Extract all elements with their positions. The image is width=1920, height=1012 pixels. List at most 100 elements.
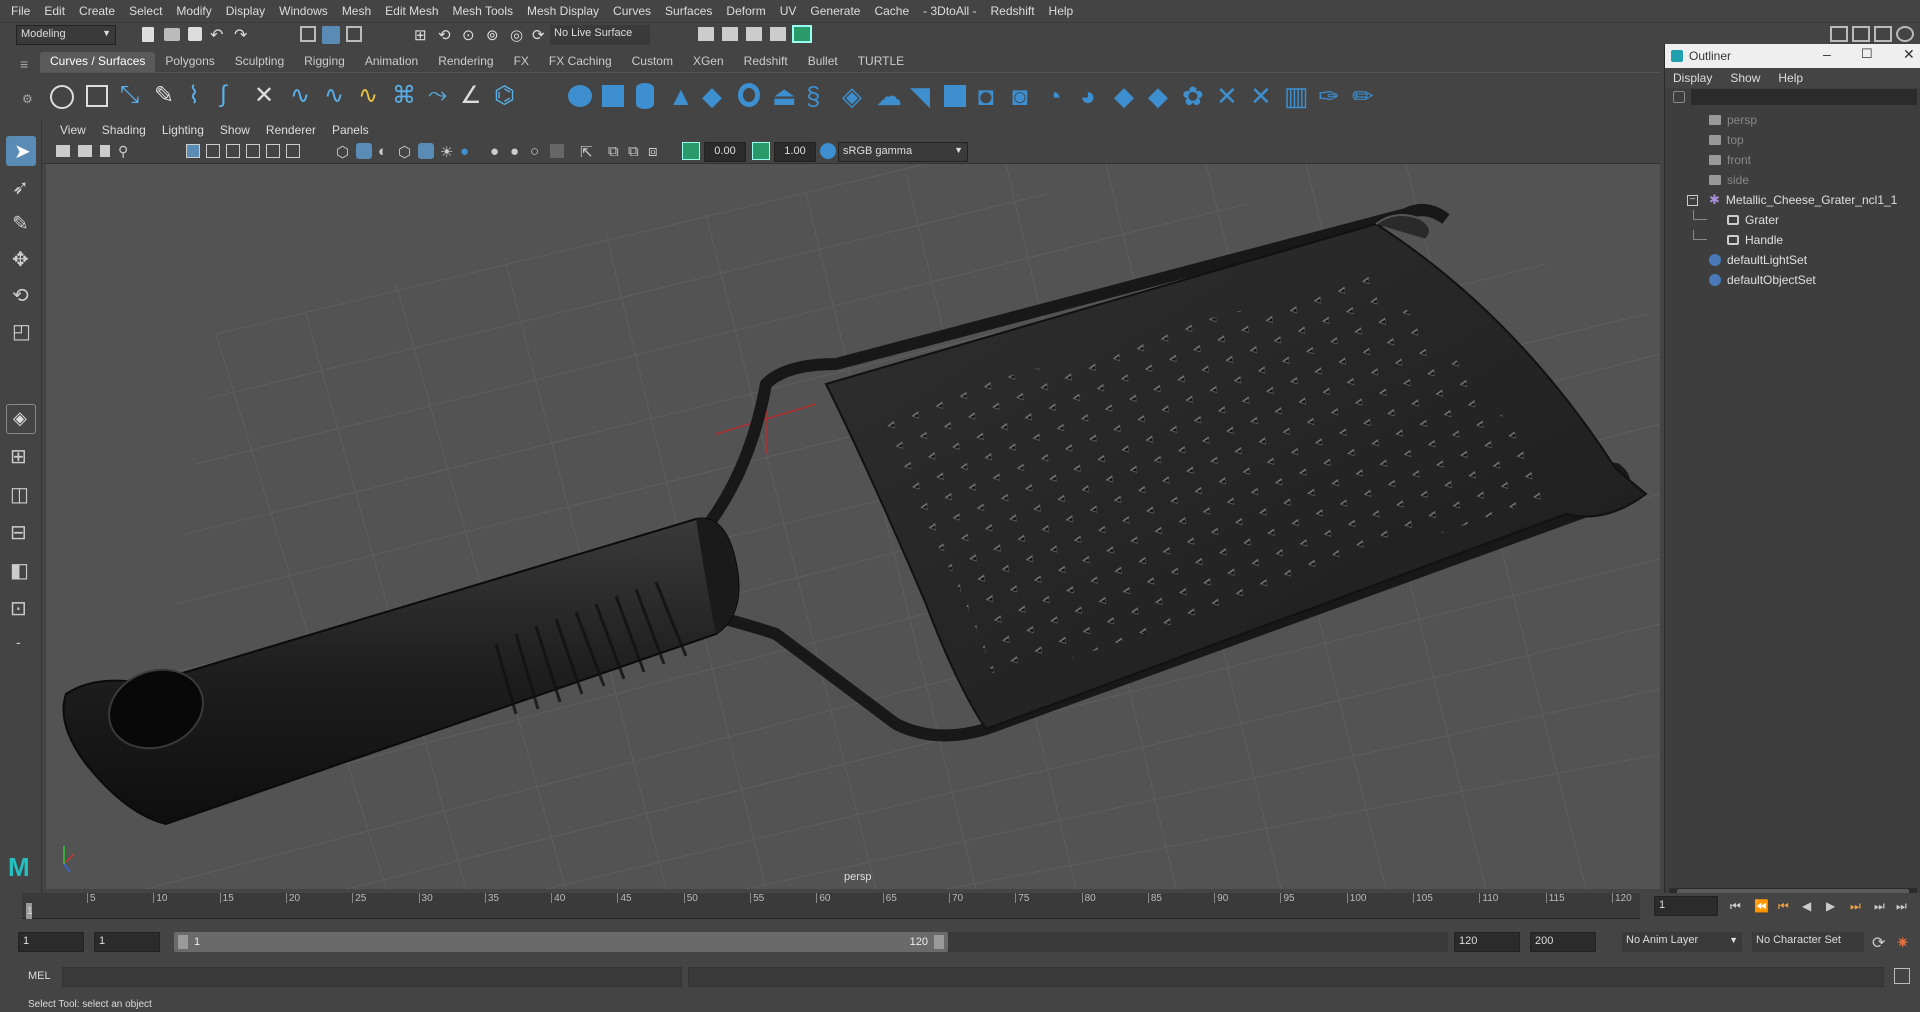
select-hierarchy-icon[interactable] — [300, 26, 316, 42]
current-frame-field[interactable]: 1 — [1654, 896, 1718, 916]
xray-joints-icon[interactable]: ⧉ — [608, 143, 619, 160]
shelf-menu-icon[interactable]: ≡ — [20, 56, 28, 72]
open-close-icon[interactable]: ✕ — [1250, 81, 1272, 112]
go-to-start-icon[interactable]: ⏮ — [1730, 899, 1741, 914]
shelf-tab-polygons[interactable]: Polygons — [155, 52, 224, 72]
menu-file[interactable]: File — [4, 4, 37, 18]
step-back-frame-icon[interactable]: ⏮ — [1778, 899, 1789, 914]
revolve-icon[interactable]: ⏏ — [772, 81, 797, 112]
exposure-icon[interactable] — [682, 142, 700, 160]
range-end-handle[interactable] — [934, 935, 944, 949]
field-chart-icon[interactable] — [266, 144, 280, 158]
default-material-icon[interactable]: ◐ — [378, 143, 387, 160]
anim-end-field[interactable]: 200 — [1530, 932, 1596, 952]
shelf-tab-xgen[interactable]: XGen — [683, 52, 734, 72]
loft-icon[interactable]: § — [806, 81, 820, 112]
shelf-tab-curves-surfaces[interactable]: Curves / Surfaces — [40, 52, 156, 72]
live-surface-field[interactable]: No Live Surface — [550, 25, 650, 45]
shelf-tab-rigging[interactable]: Rigging — [294, 52, 355, 72]
detach-surfaces-icon[interactable]: ✕ — [1216, 81, 1238, 112]
nurbs-cube-icon[interactable] — [602, 85, 624, 107]
outliner-item[interactable]: defaultLightSet — [1665, 250, 1920, 270]
detach-curves-icon[interactable]: ∿ — [290, 81, 310, 110]
render-settings-icon[interactable] — [698, 27, 714, 41]
four-view-icon[interactable]: ⊞ — [6, 442, 36, 472]
layout-menu-icon[interactable]: - — [6, 630, 36, 660]
nurbs-circle-icon[interactable] — [50, 85, 74, 109]
select-object-icon[interactable] — [322, 26, 340, 44]
collapse-toggle-icon[interactable]: − — [1687, 195, 1698, 206]
xray-icon[interactable] — [418, 143, 434, 159]
snap-curve-icon[interactable]: ⟲ — [438, 26, 451, 44]
exposure-field[interactable]: 0.00 — [704, 142, 746, 162]
auto-key-icon[interactable]: ⟳ — [1872, 933, 1885, 953]
viewport-menu-renderer[interactable]: Renderer — [258, 123, 324, 137]
script-editor-icon[interactable] — [1894, 968, 1910, 984]
outliner-search-input[interactable] — [1691, 89, 1917, 105]
move-tool-icon[interactable]: ✥ — [6, 244, 36, 274]
nurbs-square-icon[interactable] — [86, 85, 108, 107]
ambient-occlusion-icon[interactable]: ● — [490, 143, 499, 160]
outliner-item[interactable]: front — [1665, 150, 1920, 170]
select-tool-icon[interactable]: ➤ — [6, 136, 36, 166]
menu-windows[interactable]: Windows — [272, 4, 335, 18]
nurbs-cylinder-icon[interactable] — [636, 83, 654, 109]
snap-point-icon[interactable]: ⊙ — [462, 26, 475, 44]
viewport-menu-panels[interactable]: Panels — [324, 123, 377, 137]
viewport-menu-view[interactable]: View — [52, 123, 94, 137]
custom-layout-icon[interactable]: ⊡ — [6, 594, 36, 624]
menu-mesh-tools[interactable]: Mesh Tools — [446, 4, 520, 18]
outliner-menu-help[interactable]: Help — [1778, 71, 1821, 85]
menu-cache[interactable]: Cache — [867, 4, 916, 18]
save-scene-icon[interactable] — [188, 27, 202, 41]
rebuild-curve-icon[interactable]: ⤳ — [428, 81, 447, 109]
bookmark-icon[interactable] — [100, 145, 110, 157]
close-icon[interactable]: ✕ — [1903, 46, 1915, 63]
wireframe-icon[interactable]: ⬡ — [336, 143, 349, 161]
birail-icon[interactable]: ◥ — [910, 81, 930, 112]
character-set-dropdown[interactable]: No Character Set — [1752, 932, 1864, 952]
nurbs-cone-icon[interactable]: ▲ — [668, 81, 694, 112]
anim-layer-dropdown[interactable]: No Anim Layer ▼ — [1622, 932, 1742, 952]
menu-redshift[interactable]: Redshift — [984, 4, 1042, 18]
mel-input[interactable] — [62, 967, 682, 987]
bevel-plus-icon[interactable] — [944, 85, 966, 107]
gamma-field[interactable]: 1.00 — [774, 142, 816, 162]
untrim-icon[interactable]: ◕ — [1080, 81, 1096, 112]
menu-help[interactable]: Help — [1042, 4, 1081, 18]
outliner-item[interactable]: side — [1665, 170, 1920, 190]
menu-surfaces[interactable]: Surfaces — [658, 4, 719, 18]
trim-icon[interactable]: ◔ — [1046, 81, 1062, 112]
menu-mesh[interactable]: Mesh — [335, 4, 378, 18]
menu-mesh-display[interactable]: Mesh Display — [520, 4, 606, 18]
panel-layout-icon[interactable] — [1874, 26, 1892, 42]
depth-of-field-icon[interactable] — [550, 144, 564, 158]
sculpt-geometry-icon[interactable]: ✑ — [1318, 81, 1340, 112]
scale-tool-icon[interactable]: ◰ — [6, 316, 36, 346]
render-frame-icon[interactable] — [722, 27, 738, 41]
persp-outliner-icon[interactable]: ◫ — [6, 480, 36, 510]
ep-curve-icon[interactable]: ✎ — [154, 81, 174, 110]
outliner-item[interactable]: persp — [1665, 110, 1920, 130]
extend-surface-icon[interactable]: ◆ — [1114, 81, 1134, 112]
ipr-render-icon[interactable] — [746, 27, 762, 41]
arc-tool-icon[interactable]: ∫ — [220, 81, 227, 109]
new-scene-icon[interactable] — [142, 27, 154, 42]
surface-editing-icon[interactable]: ✏ — [1352, 81, 1374, 112]
nurbs-plane-icon[interactable]: ◆ — [702, 81, 722, 112]
perspective-viewport[interactable]: persp — [46, 164, 1660, 889]
open-scene-icon[interactable] — [164, 28, 180, 41]
insert-knot-icon[interactable]: ∿ — [324, 81, 344, 110]
cv-curve-icon[interactable]: ⤡ — [120, 81, 139, 109]
nurbs-sphere-icon[interactable] — [568, 85, 592, 107]
step-forward-frame-icon[interactable]: ⏭ — [1850, 899, 1861, 914]
shelf-tab-redshift[interactable]: Redshift — [734, 52, 798, 72]
nurbs-torus-icon[interactable] — [738, 83, 760, 107]
render-view-icon[interactable] — [770, 27, 786, 41]
add-points-icon[interactable]: ∠ — [460, 81, 482, 110]
gate-mask-icon[interactable] — [246, 144, 260, 158]
maximize-icon[interactable]: ☐ — [1861, 46, 1873, 62]
menu-deform[interactable]: Deform — [719, 4, 772, 18]
hypershade-icon[interactable] — [792, 25, 812, 43]
outliner-item[interactable]: Handle — [1665, 230, 1920, 250]
